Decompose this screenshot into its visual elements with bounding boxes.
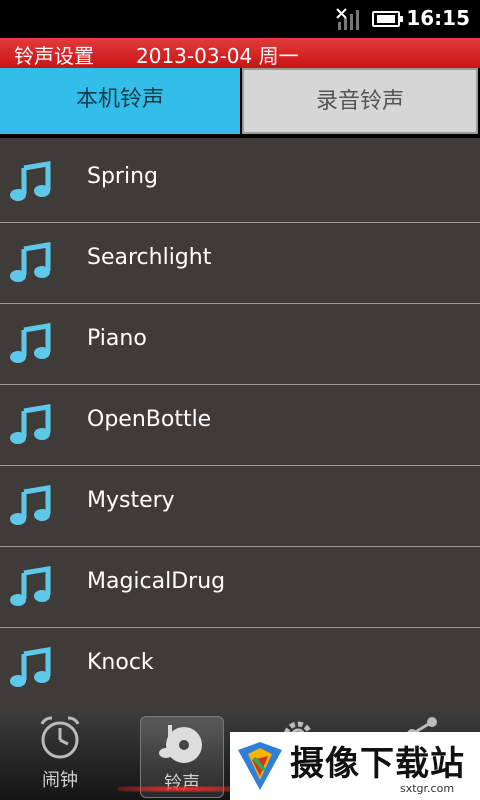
title-bar: 铃声设置 2013-03-04 周一 <box>0 38 480 68</box>
watermark-url: sxtgr.com <box>400 782 455 795</box>
nav-alarm-label: 闹钟 <box>42 770 78 791</box>
status-bar: 16:15 <box>0 0 480 38</box>
ringtone-disc-icon <box>159 725 202 763</box>
list-item[interactable]: OpenBottle <box>0 385 480 466</box>
list-item[interactable]: Spring <box>0 142 480 223</box>
page-title: 铃声设置 <box>14 44 94 68</box>
alarm-clock-icon <box>40 716 80 759</box>
music-note-icon <box>10 566 51 606</box>
active-indicator <box>118 786 248 792</box>
tab-local-ringtones[interactable]: 本机铃声 <box>0 68 240 134</box>
watermark: 摄像下载站 sxtgr.com <box>230 732 480 800</box>
status-time: 16:15 <box>406 6 470 30</box>
tab-bar: 本机铃声 录音铃声 <box>0 68 480 138</box>
list-item[interactable]: MagicalDrug <box>0 547 480 628</box>
watermark-text: 摄像下载站 <box>290 744 465 784</box>
list-item[interactable]: Knock <box>0 628 480 708</box>
list-item[interactable]: Mystery <box>0 466 480 547</box>
music-note-icon <box>10 404 51 444</box>
date-label: 2013-03-04 周一 <box>136 44 299 68</box>
signal-icon <box>336 8 359 30</box>
music-note-icon <box>10 485 51 525</box>
list-item[interactable]: Searchlight <box>0 223 480 304</box>
music-note-icon <box>10 161 51 201</box>
ringtone-name: Mystery <box>87 488 175 513</box>
music-note-icon <box>10 647 51 687</box>
ringtone-name: MagicalDrug <box>87 569 226 594</box>
ringtone-name: Spring <box>87 164 158 189</box>
battery-icon <box>372 11 403 27</box>
ringtone-name: Searchlight <box>87 245 212 270</box>
ringtone-name: OpenBottle <box>87 407 212 432</box>
ringtone-name: Piano <box>87 326 147 351</box>
tab-recorded-ringtones[interactable]: 录音铃声 <box>242 68 478 134</box>
nav-alarm[interactable]: 闹钟 <box>12 708 108 800</box>
watermark-logo-icon <box>238 742 282 790</box>
list-item[interactable]: Piano <box>0 304 480 385</box>
ringtone-name: Knock <box>87 650 154 675</box>
music-note-icon <box>10 323 51 363</box>
music-note-icon <box>10 242 51 282</box>
ringtone-list: Spring Searchlight Piano OpenBottle Myst… <box>0 142 480 708</box>
